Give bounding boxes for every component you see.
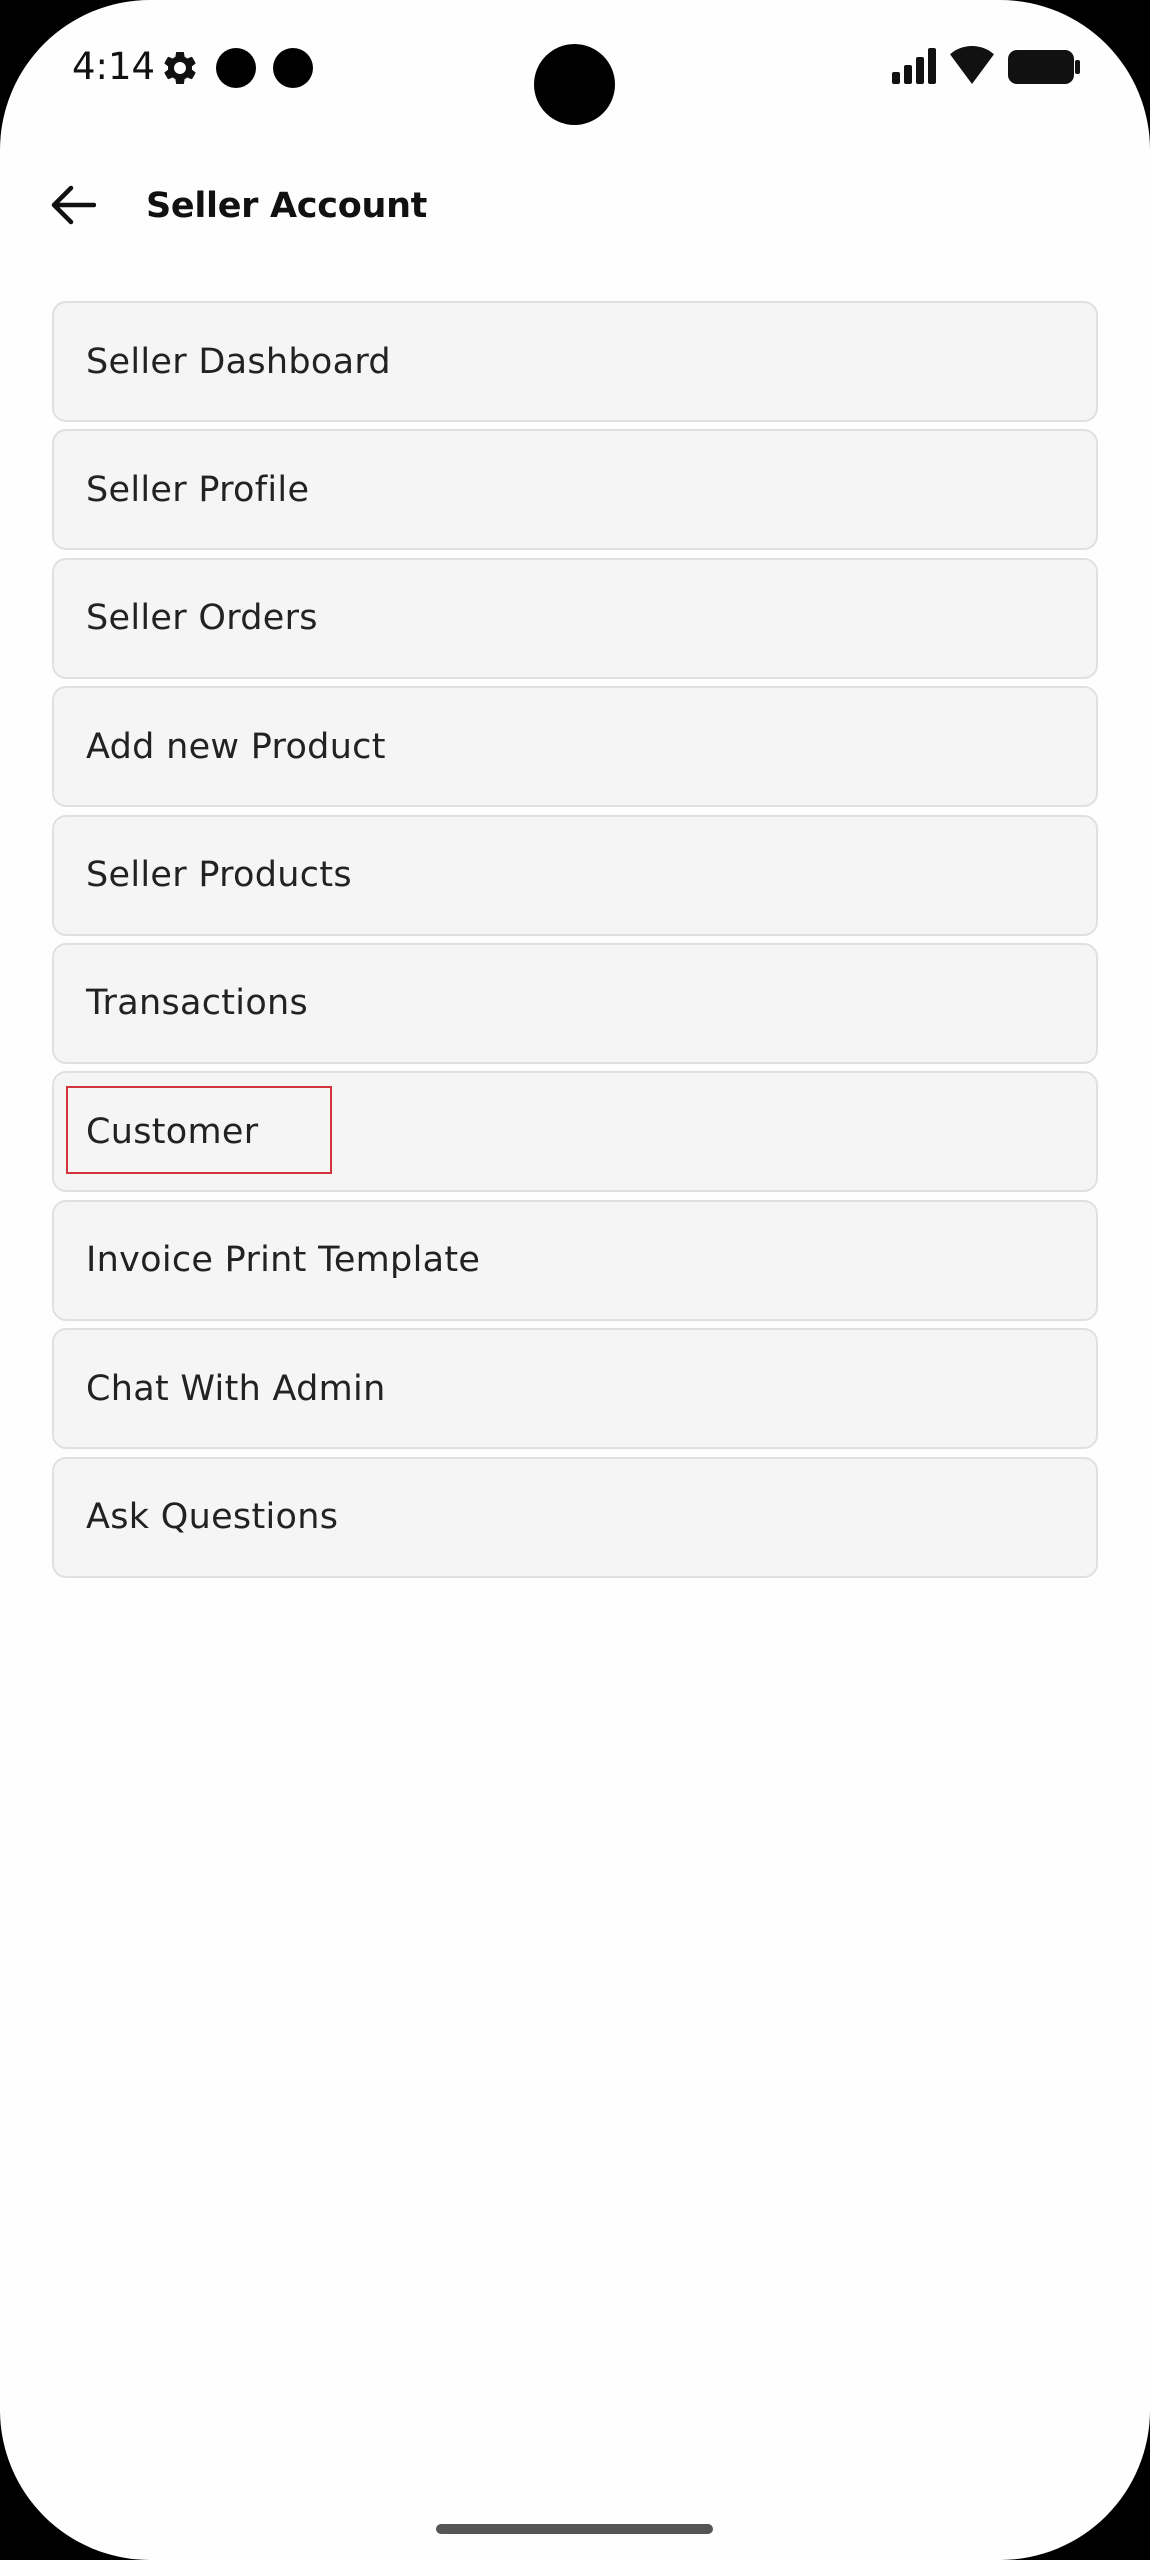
home-indicator[interactable] <box>436 2524 713 2534</box>
status-time: 4:14 <box>72 45 156 88</box>
back-button[interactable] <box>38 170 108 240</box>
signal-icon <box>892 48 936 84</box>
menu-item-label: Ask Questions <box>86 1497 339 1538</box>
wifi-icon <box>950 46 994 84</box>
settings-icon <box>164 51 196 84</box>
menu-item-label: Invoice Print Template <box>86 1240 481 1281</box>
battery-icon <box>1008 50 1080 84</box>
menu-item-invoice-print-template[interactable]: Invoice Print Template <box>52 1199 1098 1321</box>
menu-item-label: Add new Product <box>86 726 386 767</box>
menu-item-label: Seller Orders <box>86 598 318 639</box>
menu-item-label: Chat With Admin <box>86 1368 386 1409</box>
menu-item-ask-questions[interactable]: Ask Questions <box>52 1456 1098 1578</box>
menu-item-label: Seller Dashboard <box>86 341 391 382</box>
menu-item-add-new-product[interactable]: Add new Product <box>52 686 1098 808</box>
camera-cutout <box>534 44 615 125</box>
menu-item-label: Seller Profile <box>86 469 310 510</box>
menu-item-seller-products[interactable]: Seller Products <box>52 814 1098 936</box>
menu-item-chat-with-admin[interactable]: Chat With Admin <box>52 1328 1098 1450</box>
seller-menu-list: Seller Dashboard Seller Profile Seller O… <box>52 301 1098 1585</box>
menu-item-seller-dashboard[interactable]: Seller Dashboard <box>52 301 1098 422</box>
menu-item-label: Customer <box>86 1111 259 1152</box>
page-title: Seller Account <box>146 186 428 226</box>
arrow-left-icon <box>51 185 96 225</box>
menu-item-seller-profile[interactable]: Seller Profile <box>52 429 1098 551</box>
menu-item-seller-orders[interactable]: Seller Orders <box>52 557 1098 679</box>
menu-item-label: Transactions <box>86 983 309 1024</box>
menu-item-label: Seller Products <box>86 855 352 896</box>
menu-item-transactions[interactable]: Transactions <box>52 942 1098 1064</box>
phone-screen: 4:14 Seller Account Seller Dashboard Sel… <box>0 0 1150 2560</box>
notification-dot-icon <box>273 48 313 88</box>
notification-dot-icon <box>216 48 256 88</box>
menu-item-customer[interactable]: Customer <box>52 1071 1098 1193</box>
